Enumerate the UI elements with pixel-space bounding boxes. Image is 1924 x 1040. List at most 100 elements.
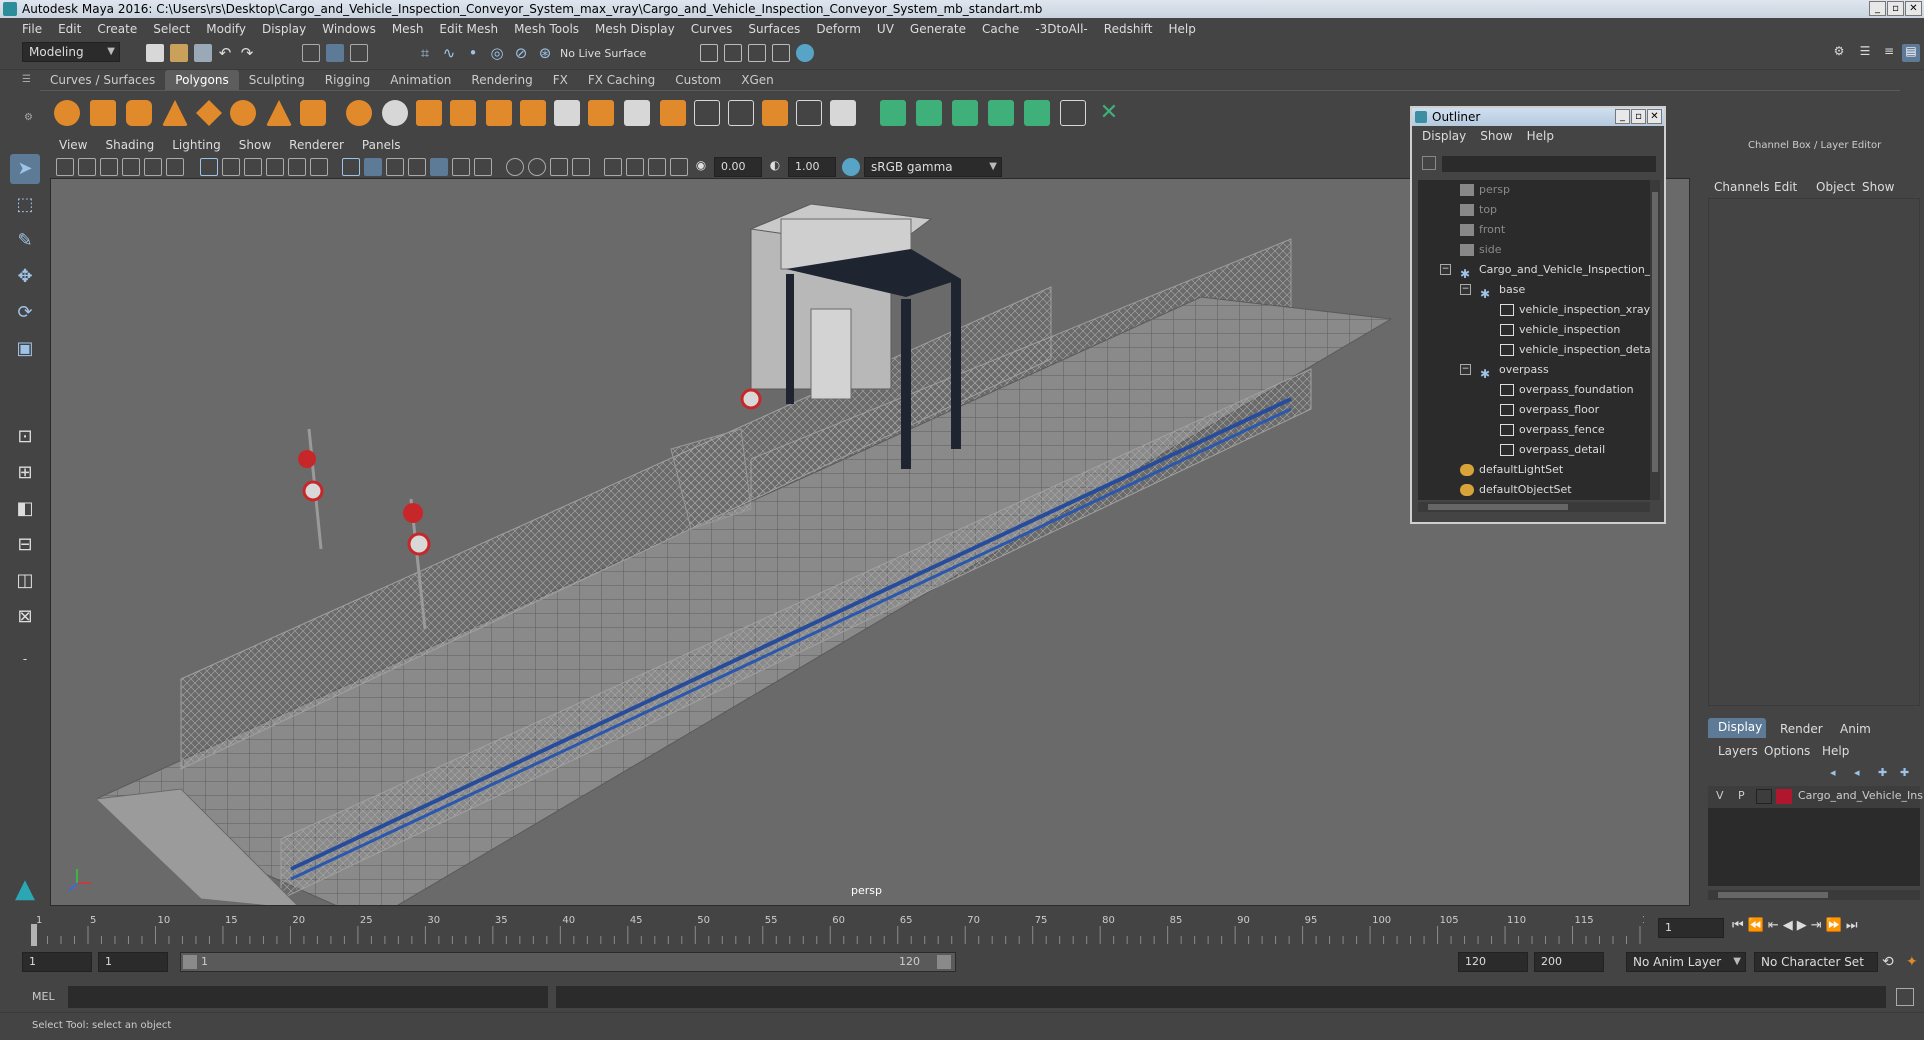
camera-select-icon[interactable] [56, 158, 74, 176]
maximize-button[interactable]: ▫ [1887, 1, 1904, 16]
layer-horizontal-scrollbar[interactable] [1708, 890, 1920, 900]
bridge-icon[interactable] [624, 100, 650, 126]
menu-redshift[interactable]: Redshift [1096, 22, 1161, 36]
outliner-menu-display[interactable]: Display [1422, 126, 1474, 146]
menu-file[interactable]: File [14, 22, 50, 36]
multi-cut-icon[interactable] [728, 100, 754, 126]
uv-cylindrical-icon[interactable] [916, 100, 942, 126]
menu-mesh-display[interactable]: Mesh Display [587, 22, 683, 36]
object-menu[interactable]: Object [1816, 180, 1855, 194]
menu-modify[interactable]: Modify [198, 22, 254, 36]
viewport-menu-shading[interactable]: Shading [96, 138, 163, 156]
hypershade-icon[interactable] [796, 44, 814, 62]
depth-of-field-icon[interactable] [572, 158, 590, 176]
outliner-item-overpass-floor[interactable]: overpass_floor [1500, 400, 1599, 420]
menu-deform[interactable]: Deform [808, 22, 869, 36]
viewport-menu-view[interactable]: View [50, 138, 96, 156]
bevel-icon[interactable] [588, 100, 614, 126]
script-language-toggle[interactable]: MEL [32, 990, 55, 1003]
menu-windows[interactable]: Windows [314, 22, 384, 36]
channels-menu[interactable]: Channels [1714, 180, 1770, 194]
range-bar[interactable]: 1 120 [180, 952, 956, 972]
layer-name[interactable]: Cargo_and_Vehicle_Ins [1798, 789, 1923, 802]
outliner-item-front[interactable]: front [1460, 220, 1505, 240]
target-weld-icon[interactable] [762, 100, 788, 126]
menu-set-dropdown[interactable]: Modeling ▼ [22, 42, 120, 62]
2d-pan-zoom-icon[interactable] [144, 158, 162, 176]
wireframe-on-shaded-icon[interactable] [430, 158, 448, 176]
menu-help[interactable]: Help [1160, 22, 1203, 36]
film-gate-icon[interactable] [222, 158, 240, 176]
range-end-handle[interactable] [937, 955, 951, 969]
viewport-menu-show[interactable]: Show [230, 138, 280, 156]
menu-3dtoall[interactable]: -3DtoAll- [1027, 22, 1095, 36]
outliner-search-input[interactable] [1442, 156, 1656, 172]
minimize-button[interactable]: _ [1869, 1, 1886, 16]
outliner-horizontal-scrollbar[interactable] [1418, 502, 1650, 512]
tab-custom[interactable]: Custom [665, 70, 731, 90]
combine-icon[interactable] [346, 100, 372, 126]
time-slider[interactable]: 1 5 10 15 20 25 30 35 40 45 50 55 60 65 70 75 80 85 90 95 10… [20, 912, 1661, 946]
new-scene-icon[interactable] [146, 44, 164, 62]
anim-layer-dropdown[interactable]: No Anim Layer ▼ [1626, 952, 1746, 972]
grid-icon[interactable] [200, 158, 218, 176]
select-object-icon[interactable] [326, 44, 344, 62]
cut-uv-icon[interactable]: ✕ [1096, 100, 1122, 126]
render-view-icon[interactable] [700, 44, 718, 62]
menu-mesh[interactable]: Mesh [384, 22, 432, 36]
menu-uv[interactable]: UV [869, 22, 902, 36]
animation-start-field[interactable]: 1 [22, 952, 92, 972]
outliner-item-default-light-set[interactable]: defaultLightSet [1460, 460, 1563, 480]
outliner-filter-icon[interactable] [1422, 156, 1436, 170]
ipr-render-icon[interactable] [748, 44, 766, 62]
view-transform-dropdown[interactable]: sRGB gamma ▼ [864, 157, 1002, 177]
viewport-menu-renderer[interactable]: Renderer [280, 138, 353, 156]
outliner-maximize-button[interactable]: ▫ [1631, 109, 1646, 124]
uv-spherical-icon[interactable] [952, 100, 978, 126]
snap-view-icon[interactable]: ◎ [488, 44, 506, 62]
isolate-select-icon[interactable] [604, 158, 622, 176]
poly-pipe-icon[interactable] [300, 100, 326, 126]
persp-graph-layout-icon[interactable]: ⊟ [10, 530, 40, 560]
step-back-frame-icon[interactable]: ⏪ [1748, 918, 1764, 933]
four-view-layout-icon[interactable]: ⊞ [10, 458, 40, 488]
tab-curves-surfaces[interactable]: Curves / Surfaces [40, 70, 165, 90]
tab-fx-caching[interactable]: FX Caching [578, 70, 665, 90]
outliner-item-side[interactable]: side [1460, 240, 1502, 260]
snap-live-icon[interactable]: ⊛ [536, 44, 554, 62]
redo-icon[interactable]: ↷ [238, 44, 256, 62]
rotate-tool-icon[interactable]: ⟳ [10, 298, 40, 328]
single-perspective-layout-icon[interactable]: ⊡ [10, 422, 40, 452]
layer-row[interactable]: V P Cargo_and_Vehicle_Ins [1708, 786, 1923, 808]
current-time-indicator[interactable] [31, 924, 37, 946]
poly-pyramid-icon[interactable] [266, 100, 292, 126]
poly-plane-icon[interactable] [196, 100, 222, 126]
auto-key-icon[interactable]: ⟲ [1882, 954, 1894, 970]
xray-joints-icon[interactable] [648, 158, 666, 176]
persp-outliner-layout-icon[interactable]: ◧ [10, 494, 40, 524]
outliner-item-overpass-foundation[interactable]: overpass_foundation [1500, 380, 1634, 400]
extrude-icon[interactable] [554, 100, 580, 126]
layer-visibility-toggle[interactable]: V [1716, 789, 1724, 802]
layer-type-toggle[interactable] [1756, 789, 1772, 804]
outliner-item-root-group[interactable]: ✱ Cargo_and_Vehicle_Inspection_C [1460, 260, 1650, 281]
step-back-key-icon[interactable]: ⇤ [1768, 918, 1779, 933]
range-start-handle[interactable] [183, 955, 197, 969]
outliner-close-button[interactable]: ✕ [1647, 109, 1662, 124]
poly-cube-icon[interactable] [90, 100, 116, 126]
wireframe-icon[interactable] [342, 158, 360, 176]
tool-settings-icon[interactable]: ≡ [1880, 44, 1898, 62]
command-input[interactable] [68, 986, 548, 1008]
color-management-icon[interactable] [842, 158, 860, 176]
uv-automatic-icon[interactable] [988, 100, 1014, 126]
channel-box-icon[interactable]: ▤ [1902, 44, 1920, 62]
menu-curves[interactable]: Curves [683, 22, 741, 36]
checker-icon[interactable] [1060, 100, 1086, 126]
script-editor-icon[interactable] [1896, 988, 1914, 1006]
poly-torus-icon[interactable] [230, 100, 256, 126]
insert-loop-icon[interactable] [694, 100, 720, 126]
merge-icon[interactable] [796, 100, 822, 126]
options-menu[interactable]: Options [1764, 744, 1810, 758]
playback-end-field[interactable]: 120 [1458, 952, 1528, 972]
go-to-end-icon[interactable]: ⏭ [1846, 918, 1858, 933]
